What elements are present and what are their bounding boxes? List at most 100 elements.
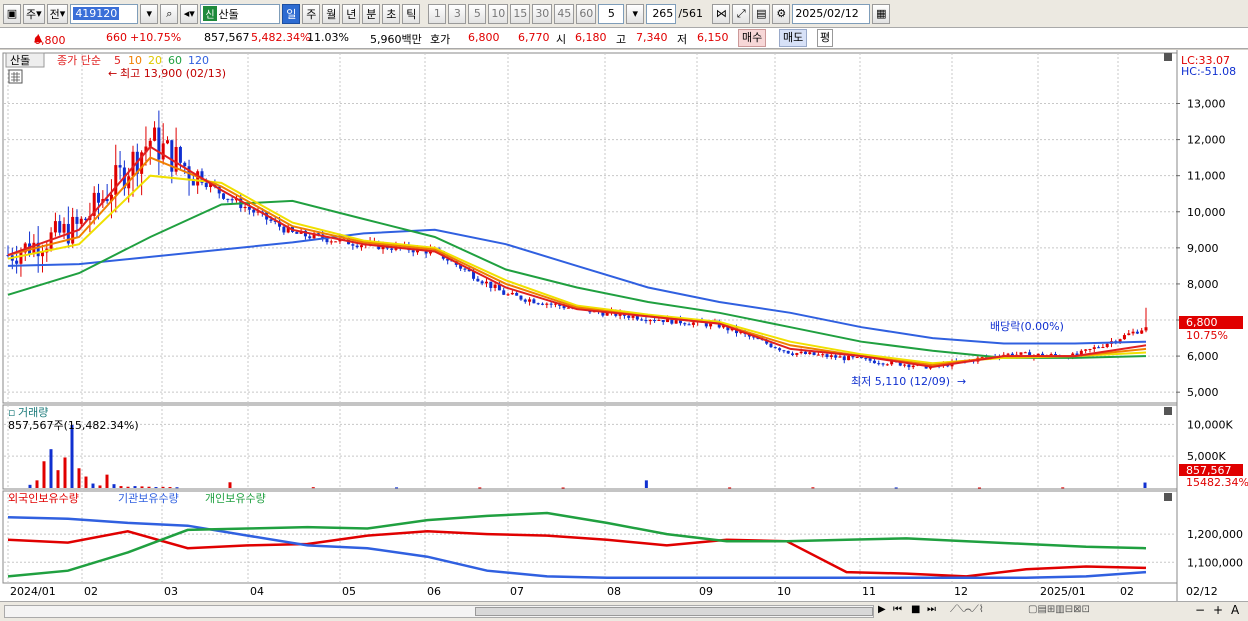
candle-body — [911, 365, 915, 368]
candle-body — [252, 209, 256, 213]
candle-body — [773, 347, 777, 349]
chart-svg[interactable]: 2024/01 02 03 04 05 06 07 08 09 10 11 12 2025/01 02 5,… — [0, 50, 1248, 601]
last-price-value: 6,800 — [1186, 316, 1218, 329]
zoom-in-icon[interactable]: + — [1213, 603, 1223, 617]
candle-body — [196, 171, 200, 186]
multiple-30-button[interactable]: 30 — [532, 3, 553, 24]
last-price-pct: 10.75% — [1186, 329, 1228, 342]
scroll-thumb[interactable] — [475, 607, 873, 616]
candle-body — [19, 252, 23, 264]
period-week-button[interactable]: 주 — [302, 3, 321, 24]
period-year-button[interactable]: 년 — [342, 3, 361, 24]
candle-body — [778, 348, 782, 351]
period-month-button[interactable]: 월 — [322, 3, 341, 24]
volume-bar — [311, 487, 315, 489]
x-tick-label: 07 — [510, 585, 524, 598]
candle-body — [803, 351, 807, 355]
candle-body — [627, 315, 631, 318]
chart-area[interactable]: 2024/01 02 03 04 05 06 07 08 09 10 11 12 2025/01 02 5,… — [0, 50, 1248, 601]
market-selector[interactable]: 주 ▾ — [23, 3, 45, 24]
max-price-note: 최고 13,900 (02/13) — [120, 67, 226, 80]
hc-label: HC:-51.08 — [1181, 65, 1236, 78]
multiple-5-button[interactable]: 5 — [468, 3, 487, 24]
volume-bar — [1061, 487, 1065, 489]
period-minute-button[interactable]: 분 — [362, 3, 381, 24]
multiple-45-button[interactable]: 45 — [554, 3, 575, 24]
prev-selector[interactable]: 전 ▾ — [46, 3, 69, 24]
avg-button[interactable]: 평 — [817, 29, 834, 47]
volume-title: 거래량 — [18, 406, 48, 419]
time-scrollbar[interactable] — [4, 605, 874, 618]
candle-body — [683, 323, 687, 325]
date-input[interactable]: 2025/02/12 — [792, 3, 871, 24]
count-input[interactable]: 265 — [646, 3, 677, 24]
auto-scale-icon[interactable]: A — [1231, 603, 1239, 617]
multiple-1-button[interactable]: 1 — [428, 3, 447, 24]
volume-bar — [728, 487, 732, 489]
main-toolbar: ▣ 주 ▾ 전 ▾ 419120 ▾ ⌕ ◂▾ 신 산돌 일 주 월 년 분 초 틱 … — [0, 0, 1248, 28]
candle-body — [161, 143, 165, 160]
stop-icon[interactable]: ■ — [911, 604, 920, 615]
panel-table-icon[interactable] — [8, 69, 23, 84]
period-second-button[interactable]: 초 — [382, 3, 401, 24]
prev-label: 전 — [49, 7, 60, 21]
volume-bar — [154, 487, 158, 489]
price-panel-close-icon[interactable] — [1164, 53, 1172, 61]
candle-body — [791, 353, 795, 355]
candle-body — [178, 146, 182, 163]
candle-body — [838, 356, 842, 358]
drawing-tools-icon[interactable]: ⟋⟍⌒⟋⌇ — [950, 604, 984, 615]
candle-body — [58, 221, 62, 233]
candle-body — [390, 248, 394, 250]
min-price-arrow: → — [957, 375, 966, 388]
calendar-icon[interactable]: ▦ — [872, 3, 891, 24]
code-dropdown-button[interactable]: ▾ — [140, 3, 159, 24]
candle-body — [631, 315, 635, 318]
volume-bar — [395, 487, 399, 489]
x-tick-label: 02 — [1120, 585, 1134, 598]
scroll-right-icon[interactable]: ▶ — [878, 604, 886, 615]
save-icon[interactable]: ▤ — [752, 3, 771, 24]
candle-body — [334, 241, 338, 243]
x-tick-label: 06 — [427, 585, 441, 598]
candle-body — [269, 219, 273, 221]
search-icon[interactable]: ⌕ — [160, 3, 179, 24]
draw-tool-icon[interactable]: ⤢ — [732, 3, 751, 24]
chart-tools-icon[interactable]: ▢▤⊞▥⊟⊠⊡ — [1028, 604, 1090, 615]
candle-body — [53, 221, 57, 233]
period-day-button[interactable]: 일 — [282, 3, 301, 24]
candle-body — [1122, 335, 1126, 340]
settings-icon[interactable]: ⚙ — [772, 3, 791, 24]
candle-body — [489, 281, 493, 288]
zoom-icon[interactable]: ⋈ — [712, 3, 731, 24]
multiple-3-button[interactable]: 3 — [448, 3, 467, 24]
sell-button[interactable]: 매도 — [779, 29, 808, 47]
multiple-dropdown-button[interactable]: ▾ — [626, 3, 645, 24]
candle-body — [691, 322, 695, 325]
price-tick-label: 12,000 — [1187, 134, 1226, 147]
fast-forward-icon[interactable]: ⏭ — [927, 604, 936, 615]
stock-code-input[interactable]: 419120 — [70, 3, 139, 24]
candle-body — [648, 320, 652, 322]
candle-body — [786, 350, 790, 354]
candle-body — [243, 206, 247, 209]
bid-price: 6,770 — [518, 31, 550, 44]
multiple-10-button[interactable]: 10 — [488, 3, 509, 24]
stock-code: 419120 — [73, 7, 120, 20]
rewind-icon[interactable]: ⏮ — [893, 604, 902, 615]
candle-body — [640, 319, 644, 321]
stock-name-field[interactable]: 신 산돌 — [200, 3, 281, 24]
holdings-panel-close-icon[interactable] — [1164, 493, 1172, 501]
volume-panel-close-icon[interactable] — [1164, 407, 1172, 415]
price-change-pct: +10.75% — [130, 31, 182, 44]
multiple-15-button[interactable]: 15 — [510, 3, 531, 24]
period-tick-button[interactable]: 틱 — [402, 3, 421, 24]
buy-button[interactable]: 매수 — [738, 29, 767, 47]
candle-body — [15, 260, 19, 264]
multiple-input[interactable]: 5 — [598, 3, 625, 24]
window-icon[interactable]: ▣ — [3, 3, 21, 24]
zoom-out-icon[interactable]: − — [1195, 603, 1205, 617]
multiple-60-button[interactable]: 60 — [576, 3, 597, 24]
speaker-icon[interactable]: ◂▾ — [180, 3, 199, 24]
candle-body — [359, 245, 363, 248]
